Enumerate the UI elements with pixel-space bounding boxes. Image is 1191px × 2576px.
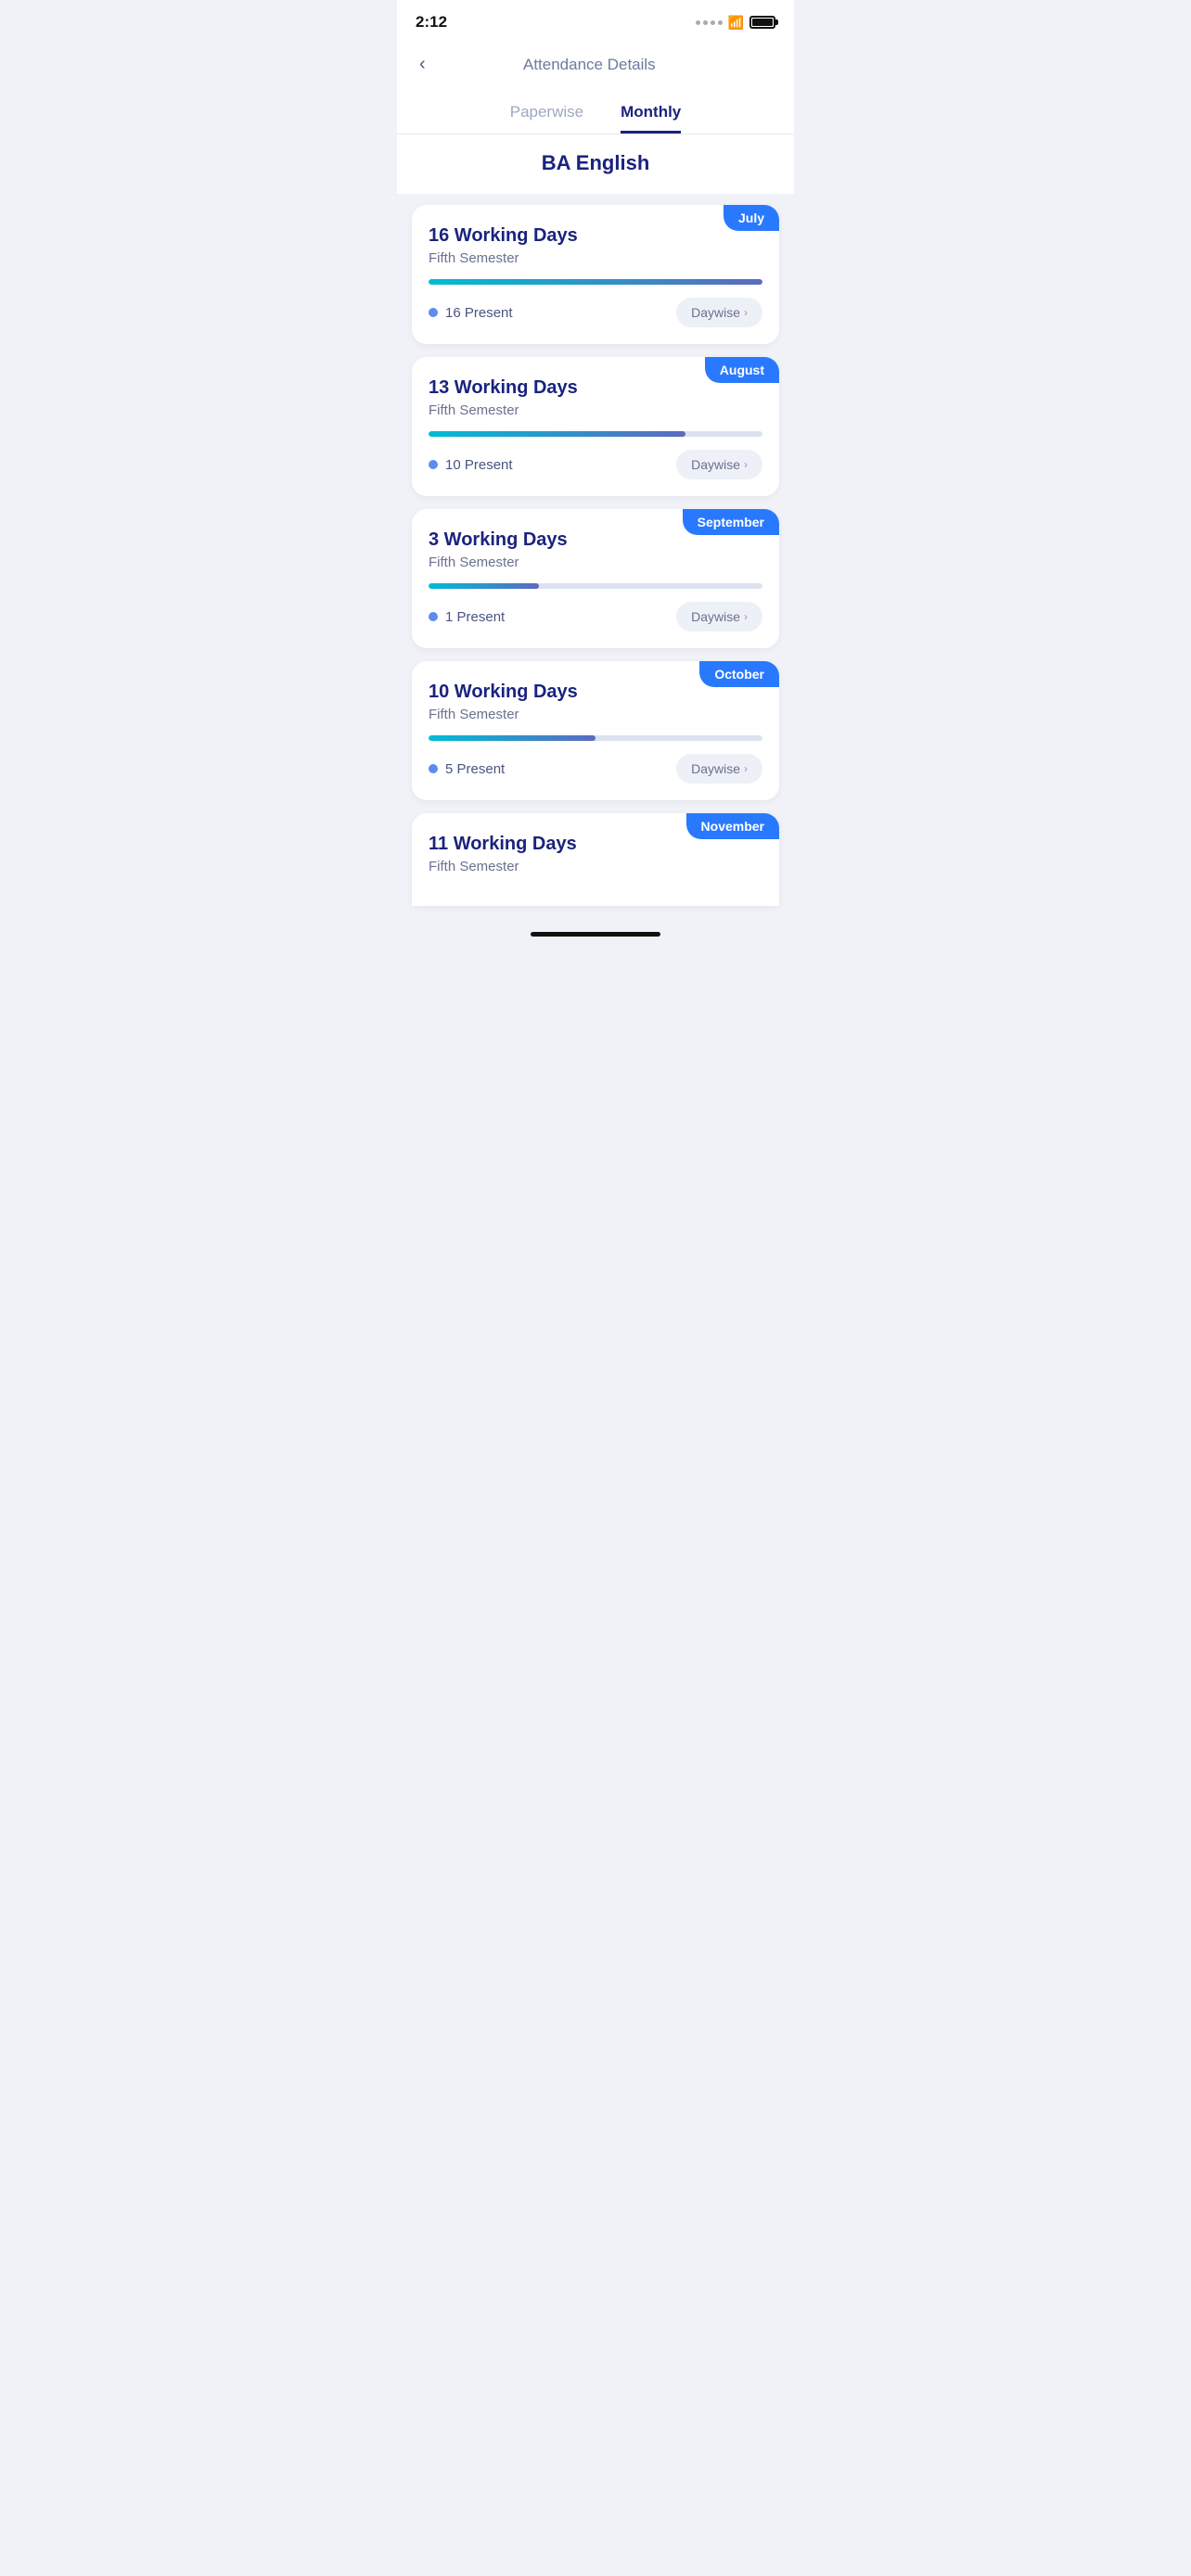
month-badge-september: September bbox=[683, 509, 779, 535]
back-button[interactable]: ‹ bbox=[416, 50, 435, 79]
header: ‹ Attendance Details bbox=[397, 39, 794, 94]
month-badge-july: July bbox=[724, 205, 779, 231]
semester-july: Fifth Semester bbox=[429, 250, 762, 266]
progress-bg-september bbox=[429, 583, 762, 589]
home-indicator bbox=[531, 932, 660, 937]
card-footer-october: 5 Present Daywise › bbox=[429, 754, 762, 784]
working-days-july: 16 Working Days bbox=[429, 225, 762, 247]
daywise-button-october[interactable]: Daywise › bbox=[676, 754, 762, 784]
present-count-september: 1 Present bbox=[429, 609, 505, 625]
progress-fill-september bbox=[429, 583, 539, 589]
semester-november: Fifth Semester bbox=[429, 859, 762, 874]
tab-paperwise[interactable]: Paperwise bbox=[510, 103, 583, 134]
daywise-button-august[interactable]: Daywise › bbox=[676, 450, 762, 479]
semester-august: Fifth Semester bbox=[429, 402, 762, 418]
status-icons: 📶 bbox=[696, 15, 775, 31]
present-dot-august bbox=[429, 460, 438, 469]
signal-icon bbox=[696, 20, 723, 25]
battery-icon bbox=[749, 16, 775, 29]
status-bar: 2:12 📶 bbox=[397, 0, 794, 39]
card-footer-august: 10 Present Daywise › bbox=[429, 450, 762, 479]
card-footer-july: 16 Present Daywise › bbox=[429, 298, 762, 327]
month-badge-november: November bbox=[686, 813, 779, 839]
month-card-august: August 13 Working Days Fifth Semester 10… bbox=[412, 357, 779, 496]
wifi-icon: 📶 bbox=[728, 15, 744, 31]
progress-bg-october bbox=[429, 735, 762, 741]
progress-fill-october bbox=[429, 735, 596, 741]
month-card-october: October 10 Working Days Fifth Semester 5… bbox=[412, 661, 779, 800]
daywise-button-july[interactable]: Daywise › bbox=[676, 298, 762, 327]
present-dot-september bbox=[429, 612, 438, 621]
tabs-container: Paperwise Monthly bbox=[397, 94, 794, 134]
course-title: BA English bbox=[416, 151, 775, 175]
month-badge-august: August bbox=[705, 357, 779, 383]
course-title-section: BA English bbox=[397, 134, 794, 194]
month-badge-october: October bbox=[699, 661, 779, 687]
chevron-icon-july: › bbox=[744, 306, 748, 319]
progress-bg-july bbox=[429, 279, 762, 285]
month-card-september: September 3 Working Days Fifth Semester … bbox=[412, 509, 779, 648]
chevron-icon-october: › bbox=[744, 762, 748, 775]
card-footer-september: 1 Present Daywise › bbox=[429, 602, 762, 631]
chevron-icon-august: › bbox=[744, 458, 748, 471]
daywise-button-september[interactable]: Daywise › bbox=[676, 602, 762, 631]
present-dot-july bbox=[429, 308, 438, 317]
progress-fill-july bbox=[429, 279, 762, 285]
month-card-july: July 16 Working Days Fifth Semester 16 P… bbox=[412, 205, 779, 344]
present-dot-october bbox=[429, 764, 438, 773]
month-card-november: November 11 Working Days Fifth Semester bbox=[412, 813, 779, 906]
status-time: 2:12 bbox=[416, 13, 447, 32]
tab-monthly[interactable]: Monthly bbox=[621, 103, 681, 134]
months-list: July 16 Working Days Fifth Semester 16 P… bbox=[397, 194, 794, 917]
present-count-october: 5 Present bbox=[429, 761, 505, 777]
progress-bg-august bbox=[429, 431, 762, 437]
progress-fill-august bbox=[429, 431, 685, 437]
present-count-august: 10 Present bbox=[429, 457, 513, 473]
present-count-july: 16 Present bbox=[429, 305, 513, 321]
page-title: Attendance Details bbox=[435, 56, 744, 74]
chevron-icon-september: › bbox=[744, 610, 748, 623]
semester-september: Fifth Semester bbox=[429, 555, 762, 570]
semester-october: Fifth Semester bbox=[429, 707, 762, 722]
